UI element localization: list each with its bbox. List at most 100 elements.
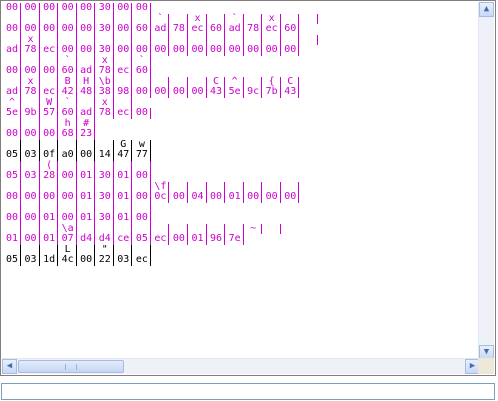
cell-text: 42 <box>61 86 74 97</box>
hex-byte: 00 <box>282 44 300 56</box>
cell-separator <box>205 192 207 203</box>
cell-text: 28 <box>43 170 56 181</box>
hex-byte: 98 <box>115 86 133 98</box>
cell-text: ad <box>228 23 241 34</box>
cell-text: ce <box>117 233 130 244</box>
cell-separator <box>94 108 96 119</box>
cell-separator <box>224 181 226 192</box>
cell-separator <box>20 87 21 98</box>
cell-separator <box>94 139 96 150</box>
cell-separator <box>279 34 281 45</box>
cell-separator <box>112 234 114 245</box>
hex-byte: ad <box>78 65 96 77</box>
cell-text: 03 <box>24 254 37 265</box>
cell-separator <box>75 3 77 14</box>
cell-separator <box>94 129 96 140</box>
cell-separator <box>75 223 77 234</box>
cell-separator <box>149 234 151 245</box>
cell-separator <box>242 87 244 98</box>
cell-separator <box>57 97 59 108</box>
cell-text: ec <box>154 233 167 244</box>
cell-separator <box>75 55 77 66</box>
cell-text: 7e <box>228 233 241 244</box>
cell-separator <box>20 108 21 119</box>
cell-text: 04 <box>191 191 204 202</box>
hex-byte: 00 <box>171 233 189 245</box>
horizontal-scrollbar[interactable]: ◀ ▶ <box>2 358 480 374</box>
cell-text: 01 <box>228 191 241 202</box>
cell-separator <box>57 129 59 140</box>
cell-text: ad <box>154 23 167 34</box>
cell-text: 14 <box>98 149 111 160</box>
cell-text: 78 <box>98 107 111 118</box>
cell-separator <box>261 13 263 24</box>
hex-byte: 78 <box>23 86 41 98</box>
cell-separator <box>94 45 96 56</box>
cell-separator <box>57 223 59 234</box>
cell-separator <box>131 244 133 255</box>
cell-separator <box>242 34 244 45</box>
cell-text: 01 <box>80 212 93 223</box>
cell-separator <box>75 34 77 45</box>
hex-byte: 00 <box>134 44 152 56</box>
cell-text: ad <box>5 44 19 55</box>
hex-byte: 01 <box>78 170 96 182</box>
cell-text: 78 <box>24 86 37 97</box>
hex-byte: 00 <box>208 44 226 56</box>
hex-dump-view[interactable]: 00 00 00 00 00 30 00 00 ` x ` x 00 00 00 00 00 30 00 60 ad 78… <box>4 3 480 358</box>
cell-separator <box>75 108 77 119</box>
cell-separator <box>131 213 133 224</box>
hex-byte: 78 <box>97 107 115 119</box>
cell-text: 60 <box>284 23 297 34</box>
cell-separator <box>57 55 59 66</box>
cell-separator <box>20 223 21 234</box>
ascii-row: L " <box>4 244 480 255</box>
cell-separator <box>94 255 96 266</box>
horizontal-scroll-thumb[interactable] <box>18 360 124 373</box>
send-input[interactable] <box>1 383 495 400</box>
cell-separator <box>57 108 59 119</box>
cell-separator <box>131 24 133 35</box>
hex-byte: 00 <box>41 128 59 140</box>
cell-text: d4 <box>98 233 111 244</box>
cell-separator <box>38 76 40 87</box>
cell-separator <box>94 97 96 108</box>
hex-byte: ec <box>115 65 133 77</box>
scroll-left-icon[interactable]: ◀ <box>2 359 17 374</box>
ascii-char: ~ <box>245 223 263 234</box>
hex-row: 00 00 00 68 23 <box>4 128 480 140</box>
cell-text: 00 <box>80 254 93 265</box>
cell-separator <box>94 192 96 203</box>
hex-byte: 01 <box>41 233 59 245</box>
cell-separator <box>131 87 133 98</box>
cell-text: 01 <box>43 233 56 244</box>
scroll-up-icon[interactable]: ▲ <box>479 2 494 17</box>
hex-byte: 00 <box>23 3 41 14</box>
vertical-scrollbar[interactable]: ▲ ▼ <box>478 2 494 360</box>
cell-text: 00 <box>228 44 241 55</box>
cell-text: 1d <box>43 254 56 265</box>
cell-separator <box>38 45 40 56</box>
cell-text: 01 <box>5 233 19 244</box>
cell-separator <box>149 223 151 234</box>
cell-separator <box>261 192 263 203</box>
hex-byte: ec <box>41 86 59 98</box>
cell-separator <box>131 34 133 45</box>
cell-separator <box>94 118 96 129</box>
cell-separator <box>38 118 40 129</box>
hex-byte: 9b <box>23 107 41 119</box>
hex-row: 00 00 01 00 01 30 01 00 <box>4 212 480 224</box>
cell-text: 00 <box>80 44 93 55</box>
cell-separator <box>131 234 133 245</box>
hex-byte: ec <box>190 23 208 35</box>
cell-separator <box>186 76 188 87</box>
hex-byte: 28 <box>41 170 59 182</box>
cell-separator <box>20 24 21 35</box>
cell-text: 00 <box>135 107 148 118</box>
cell-text: 23 <box>80 128 93 139</box>
cell-text: 9c <box>247 86 260 97</box>
hex-byte: ec <box>264 23 282 35</box>
cell-separator <box>112 160 114 171</box>
cell-text: 00 <box>135 191 148 202</box>
cell-text: ec <box>117 107 130 118</box>
